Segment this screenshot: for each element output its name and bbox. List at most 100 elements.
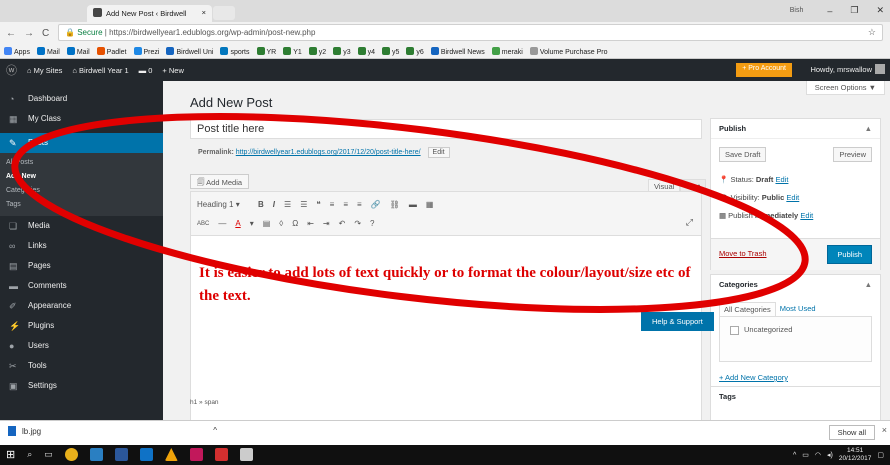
bookmark-item[interactable]: Prezi [133,46,159,56]
bookmark-star-icon[interactable]: ☆ [868,27,876,38]
toolbar-button-6[interactable]: ≡ [343,200,348,209]
add-new-category-link[interactable]: + Add New Category [719,373,788,382]
submenu-item-add-new[interactable]: Add New [0,170,163,184]
format-select[interactable]: Heading 1 ▾ [197,200,249,209]
toolbar-button-11[interactable]: ▦ [426,200,434,209]
schedule-edit-link[interactable]: Edit [800,211,813,220]
toolbar-button-4[interactable]: ❝ [316,200,320,209]
close-window-icon[interactable]: ✕ [876,5,884,16]
back-icon[interactable]: ← [6,28,16,39]
submenu-item-tags[interactable]: Tags [0,198,163,212]
toolbar2-button-2[interactable]: A [235,219,240,228]
bookmark-item[interactable]: Y1 [283,46,302,56]
minimize-icon[interactable]: – [827,6,832,16]
bookmark-item[interactable]: y6 [406,46,424,56]
clock[interactable]: 14:51 20/12/2017 [839,447,872,463]
sidebar-item-pages[interactable]: ▤ Pages [0,256,163,276]
volume-icon[interactable]: ◂) [827,451,833,459]
toolbar-button-8[interactable]: 🔗 [371,200,381,209]
add-media-button[interactable]: 🗐 Add Media [190,174,250,189]
word-icon[interactable] [114,448,128,461]
toolbar-button-10[interactable]: ▬ [409,200,417,209]
outlook-icon[interactable] [139,448,153,461]
app-red-icon[interactable] [214,448,228,461]
bookmark-item[interactable]: sports [220,46,250,56]
comments-link[interactable]: ▬ 0 [139,66,153,75]
tags-box-header[interactable]: Tags [711,387,880,407]
chrome-icon[interactable] [64,448,78,461]
toolbar-button-9[interactable]: ⛓ [390,200,400,209]
toolbar2-button-9[interactable]: ↶ [339,219,346,228]
search-icon[interactable]: ⌕ [27,449,32,460]
show-all-button[interactable]: Show all [828,425,875,440]
permalink-edit-button[interactable]: Edit [427,147,450,158]
tray-chevron-icon[interactable]: ^ [793,452,796,459]
powerpoint-icon[interactable] [189,448,203,461]
bookmark-item[interactable]: Birdwell Uni [166,46,213,56]
save-draft-button[interactable]: Save Draft [719,147,767,162]
file-explorer-icon[interactable] [89,448,103,461]
preview-button[interactable]: Preview [833,147,872,162]
sidebar-item-appearance[interactable]: ✐ Appearance [0,296,163,316]
collapse-icon[interactable]: ▲ [865,275,872,295]
help-support-button[interactable]: Help & Support [641,312,714,331]
bookmark-item[interactable]: YR [256,46,276,56]
bookmark-item[interactable]: Padlet [96,46,127,56]
wifi-icon[interactable]: ◠ [815,451,821,459]
url-input[interactable]: 🔒 Secure | https://birdwellyear1.edublog… [58,24,883,41]
toolbar2-button-0[interactable]: ABC [197,221,209,227]
categories-box-header[interactable]: Categories ▲ [711,275,880,295]
toolbar-button-1[interactable]: I [273,200,275,209]
wordpress-logo-icon[interactable]: ⓦ [6,62,17,78]
screen-options-button[interactable]: Screen Options ▼ [805,81,885,95]
photos-icon[interactable] [239,448,253,461]
bookmark-item[interactable]: y2 [308,46,326,56]
bookmark-item[interactable]: Birdwell News [430,46,485,56]
editor-content[interactable]: It is easier to add lots of text quickly… [199,262,699,308]
browser-user[interactable]: Bish [790,7,804,14]
toolbar2-button-7[interactable]: ⇤ [307,219,314,228]
status-edit-link[interactable]: Edit [775,175,788,184]
sidebar-item-media[interactable]: ❏ Media [0,216,163,236]
sidebar-item-tools[interactable]: ✂ Tools [0,356,163,376]
task-view-icon[interactable]: ▭ [44,449,53,460]
maximize-icon[interactable]: ❐ [850,5,858,16]
bookmark-item[interactable]: y5 [382,46,399,56]
toolbar2-button-3[interactable]: ▾ [250,219,254,228]
submenu-item-all-posts[interactable]: All Posts [0,156,163,170]
toolbar2-button-1[interactable]: — [218,219,226,228]
toolbar2-button-6[interactable]: Ω [292,219,298,228]
tab-close-icon[interactable]: × [202,8,206,17]
browser-tab[interactable]: Add New Post ‹ Birdwell × [87,5,212,22]
publish-box-header[interactable]: Publish ▲ [711,119,880,139]
toolbar2-button-5[interactable]: ◊ [279,219,283,228]
download-item[interactable]: lb.jpg ^ [0,421,225,445]
tab-most-used[interactable]: Most Used [776,302,820,316]
close-download-bar-icon[interactable]: × [882,425,887,435]
sidebar-item-comments[interactable]: ▬ Comments [0,276,163,296]
post-title-input[interactable]: Post title here [190,119,702,139]
toolbar-button-5[interactable]: ≡ [330,200,335,209]
site-name-link[interactable]: ⌂ Birdwell Year 1 [72,66,128,75]
chevron-up-icon[interactable]: ^ [213,426,217,435]
collapse-icon[interactable]: ▲ [865,119,872,139]
move-to-trash-link[interactable]: Move to Trash [719,249,767,258]
toolbar-button-2[interactable]: ☰ [284,200,291,209]
toolbar2-button-10[interactable]: ↷ [354,219,361,228]
forward-icon[interactable]: → [24,28,34,39]
toolbar-button-7[interactable]: ≡ [357,200,362,209]
toolbar2-button-11[interactable]: ? [370,219,374,228]
bookmark-item[interactable]: y4 [357,46,375,56]
bookmark-item[interactable]: Volume Purchase Pro [529,46,608,56]
windows-start-icon[interactable]: ⊞ [6,448,15,461]
battery-icon[interactable]: ▭ [802,451,809,459]
vlc-icon[interactable] [164,448,178,461]
sidebar-item-settings[interactable]: ▣ Settings [0,376,163,396]
new-tab-button[interactable] [213,6,235,20]
sidebar-item-links[interactable]: ∞ Links [0,236,163,256]
bookmark-item[interactable]: Mail [36,46,60,56]
bookmark-item[interactable]: y3 [333,46,351,56]
permalink-link[interactable]: http://birdwellyear1.edublogs.org/2017/1… [236,149,421,156]
bookmark-item[interactable]: Mail [66,46,90,56]
fullscreen-icon[interactable]: ⤢ [686,217,693,228]
